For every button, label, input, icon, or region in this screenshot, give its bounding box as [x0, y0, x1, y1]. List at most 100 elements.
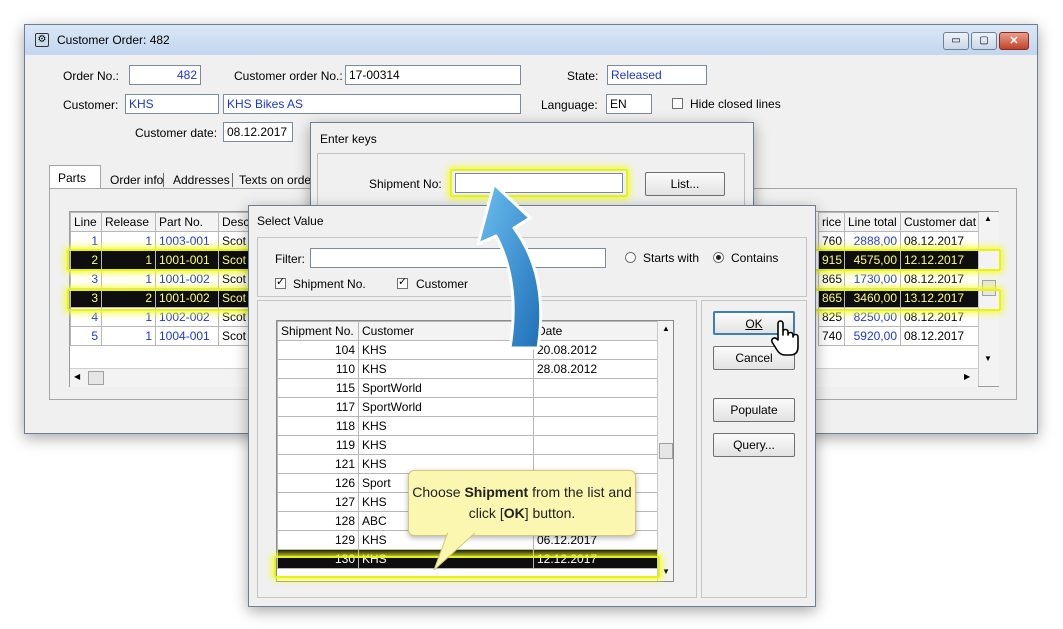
shipment-row[interactable]: 110 KHS 28.08.2012 [277, 359, 658, 379]
parts-row[interactable]: 5 1 1004-001 Scot [70, 326, 261, 346]
shipment-no-cell[interactable]: 118 [277, 416, 359, 436]
customer-date-cell[interactable]: 13.12.2017 [900, 288, 979, 308]
populate-button[interactable]: Populate [713, 398, 795, 422]
date-cell[interactable] [533, 416, 658, 436]
column-header-line-total[interactable]: Line total [844, 212, 901, 232]
scroll-left-icon[interactable]: ◀ [74, 372, 80, 381]
parts-grid-vscrollbar[interactable]: ▲ ▼ [978, 212, 999, 386]
shipment-row[interactable]: 119 KHS [277, 435, 658, 455]
close-button[interactable]: ✕ [999, 32, 1029, 50]
hide-closed-checkbox[interactable] [672, 98, 683, 109]
shipment-no-cell[interactable]: 121 [277, 454, 359, 474]
column-header-shipment-no[interactable]: Shipment No. [277, 321, 359, 341]
tab-order-info[interactable]: Order info [110, 173, 163, 187]
column-header-line[interactable]: Line [70, 212, 102, 232]
shipment-no-cell[interactable]: 126 [277, 473, 359, 493]
release-cell[interactable]: 1 [101, 231, 156, 251]
column-header-price[interactable]: rice [818, 212, 845, 232]
shipment-no-cell[interactable]: 117 [277, 397, 359, 417]
parts-row[interactable]: 1 1 1003-001 Scot [70, 231, 261, 251]
line-cell[interactable]: 2 [70, 250, 102, 270]
part-no-cell[interactable]: 1001-002 [155, 269, 219, 289]
release-cell[interactable]: 2 [101, 288, 156, 308]
minimize-button[interactable]: ▭ [943, 32, 969, 50]
tab-texts-on-order[interactable]: Texts on orde [239, 173, 311, 187]
line-cell[interactable]: 4 [70, 307, 102, 327]
date-cell[interactable] [533, 435, 658, 455]
query-button[interactable]: Query... [713, 433, 795, 457]
parts-row[interactable]: 4 1 1002-002 Scot [70, 307, 261, 327]
date-cell[interactable]: 12.12.2017 [533, 549, 658, 569]
release-cell[interactable]: 1 [101, 307, 156, 327]
line-cell[interactable]: 1 [70, 231, 102, 251]
date-cell[interactable] [533, 397, 658, 417]
parts-row[interactable]: 825 8250,00 08.12.2017 [818, 307, 979, 327]
release-cell[interactable]: 1 [101, 269, 156, 289]
customer-order-no-field[interactable]: 17-00314 [345, 65, 521, 85]
line-total-cell[interactable]: 2888,00 [844, 231, 901, 251]
column-header-release[interactable]: Release [101, 212, 156, 232]
shipment-no-cell[interactable]: 104 [277, 340, 359, 360]
part-no-cell[interactable]: 1002-002 [155, 307, 219, 327]
shipment-no-cell[interactable]: 129 [277, 530, 359, 550]
line-total-cell[interactable]: 1730,00 [844, 269, 901, 289]
price-cell[interactable]: 760 [818, 231, 845, 251]
part-no-cell[interactable]: 1004-001 [155, 326, 219, 346]
date-cell[interactable] [533, 378, 658, 398]
starts-with-radio[interactable] [625, 252, 636, 263]
shipment-row[interactable]: 118 KHS [277, 416, 658, 436]
date-cell[interactable]: 28.08.2012 [533, 359, 658, 379]
line-cell[interactable]: 3 [70, 288, 102, 308]
scroll-down-icon[interactable]: ▼ [984, 354, 992, 363]
list-button[interactable]: List... [645, 172, 725, 196]
customer-date-field[interactable]: 08.12.2017 [223, 122, 293, 142]
customer-cell[interactable]: SportWorld [358, 397, 534, 417]
customer-date-cell[interactable]: 08.12.2017 [900, 231, 979, 251]
shipment-no-cell[interactable]: 115 [277, 378, 359, 398]
order-no-field[interactable]: 482 [129, 65, 201, 85]
line-total-cell[interactable]: 3460,00 [844, 288, 901, 308]
scroll-down-icon[interactable]: ▼ [662, 567, 670, 576]
tab-addresses[interactable]: Addresses [173, 173, 230, 187]
customer-cell[interactable]: SportWorld [358, 378, 534, 398]
column-header-customer-date[interactable]: Customer dat [900, 212, 979, 232]
parts-row[interactable]: 760 2888,00 08.12.2017 [818, 231, 979, 251]
price-cell[interactable]: 825 [818, 307, 845, 327]
parts-row[interactable]: 3 2 1001-002 Scot [70, 288, 261, 308]
price-cell[interactable]: 740 [818, 326, 845, 346]
parts-grid-vscroll-thumb[interactable] [982, 280, 996, 296]
shipment-list-vscroll-thumb[interactable] [659, 443, 673, 459]
scroll-up-icon[interactable]: ▲ [662, 324, 670, 333]
line-total-cell[interactable]: 5920,00 [844, 326, 901, 346]
customer-date-cell[interactable]: 08.12.2017 [900, 307, 979, 327]
shipment-no-cell[interactable]: 119 [277, 435, 359, 455]
shipment-no-checkbox[interactable]: ✓ [275, 276, 286, 289]
parts-row[interactable]: 865 3460,00 13.12.2017 [818, 288, 979, 308]
customer-date-cell[interactable]: 08.12.2017 [900, 269, 979, 289]
part-no-cell[interactable]: 1003-001 [155, 231, 219, 251]
parts-row[interactable]: 3 1 1001-002 Scot [70, 269, 261, 289]
line-cell[interactable]: 5 [70, 326, 102, 346]
shipment-row[interactable]: 115 SportWorld [277, 378, 658, 398]
customer-cell[interactable]: KHS [358, 416, 534, 436]
price-cell[interactable]: 915 [818, 250, 845, 270]
line-total-cell[interactable]: 4575,00 [844, 250, 901, 270]
customer-date-cell[interactable]: 08.12.2017 [900, 326, 979, 346]
price-cell[interactable]: 865 [818, 269, 845, 289]
parts-row[interactable]: 865 1730,00 08.12.2017 [818, 269, 979, 289]
customer-date-cell[interactable]: 12.12.2017 [900, 250, 979, 270]
parts-row[interactable]: 740 5920,00 08.12.2017 [818, 326, 979, 346]
tab-parts[interactable]: Parts [49, 165, 101, 189]
release-cell[interactable]: 1 [101, 250, 156, 270]
language-field[interactable]: EN [606, 94, 652, 114]
part-no-cell[interactable]: 1001-001 [155, 250, 219, 270]
shipment-no-cell[interactable]: 128 [277, 511, 359, 531]
customer-cell[interactable]: KHS [358, 359, 534, 379]
release-cell[interactable]: 1 [101, 326, 156, 346]
customer-checkbox[interactable]: ✓ [397, 276, 408, 289]
scroll-up-icon[interactable]: ▲ [984, 214, 992, 223]
shipment-row[interactable]: 117 SportWorld [277, 397, 658, 417]
part-no-cell[interactable]: 1001-002 [155, 288, 219, 308]
line-cell[interactable]: 3 [70, 269, 102, 289]
parts-row[interactable]: 2 1 1001-001 Scot [70, 250, 261, 270]
